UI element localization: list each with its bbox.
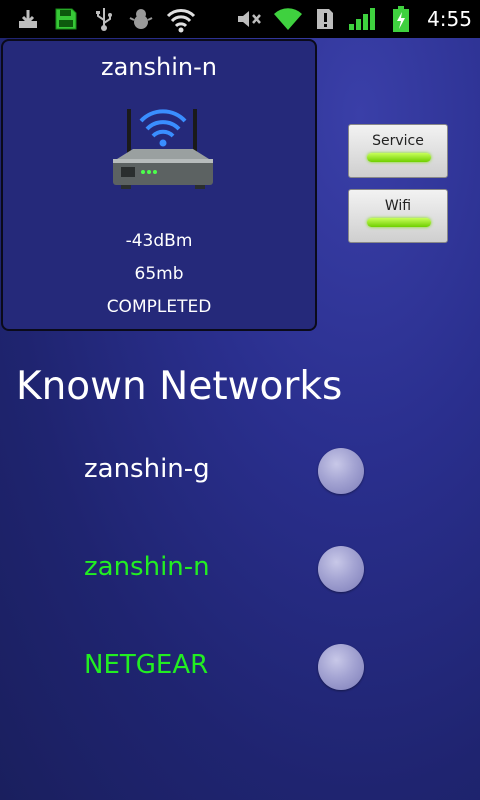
current-network-card: zanshin-n -43dBm 65mb COMPLETED [1, 39, 317, 331]
router-icon [107, 101, 219, 209]
wifi-toggle-button[interactable]: Wifi [348, 189, 448, 243]
network-name: NETGEAR [84, 650, 209, 680]
sd-card-icon [52, 4, 80, 34]
signal-strength: -43dBm [125, 231, 193, 251]
usb-icon [92, 4, 116, 34]
network-row-netgear[interactable]: NETGEAR [0, 636, 480, 696]
battery-charging-icon [390, 4, 412, 34]
network-select-radio[interactable] [318, 448, 364, 494]
wifi-broadcast-icon [164, 4, 198, 34]
service-indicator [367, 153, 431, 162]
app-content: zanshin-n -43dBm 65mb COMPLETED Service … [0, 38, 480, 800]
link-speed: 65mb [134, 264, 184, 284]
network-row-zanshin-g[interactable]: zanshin-g [0, 440, 480, 500]
android-debug-icon [128, 4, 154, 34]
known-networks-title: Known Networks [16, 364, 343, 409]
network-name: zanshin-g [84, 454, 210, 484]
current-ssid: zanshin-n [101, 53, 217, 81]
network-name: zanshin-n [84, 552, 210, 582]
mute-icon [234, 4, 264, 34]
network-select-radio[interactable] [318, 546, 364, 592]
alert-icon [314, 4, 336, 34]
cell-signal-icon [346, 4, 378, 34]
service-toggle-button[interactable]: Service [348, 124, 448, 178]
wifi-signal-icon [272, 4, 304, 34]
connection-state: COMPLETED [106, 297, 212, 317]
wifi-indicator [367, 218, 431, 227]
wifi-toggle-label: Wifi [384, 198, 412, 214]
clock: 4:55 [427, 7, 472, 31]
status-bar: 4:55 [0, 0, 480, 38]
network-select-radio[interactable] [318, 644, 364, 690]
network-row-zanshin-n[interactable]: zanshin-n [0, 538, 480, 598]
service-toggle-label: Service [372, 133, 424, 149]
download-icon [14, 4, 42, 34]
